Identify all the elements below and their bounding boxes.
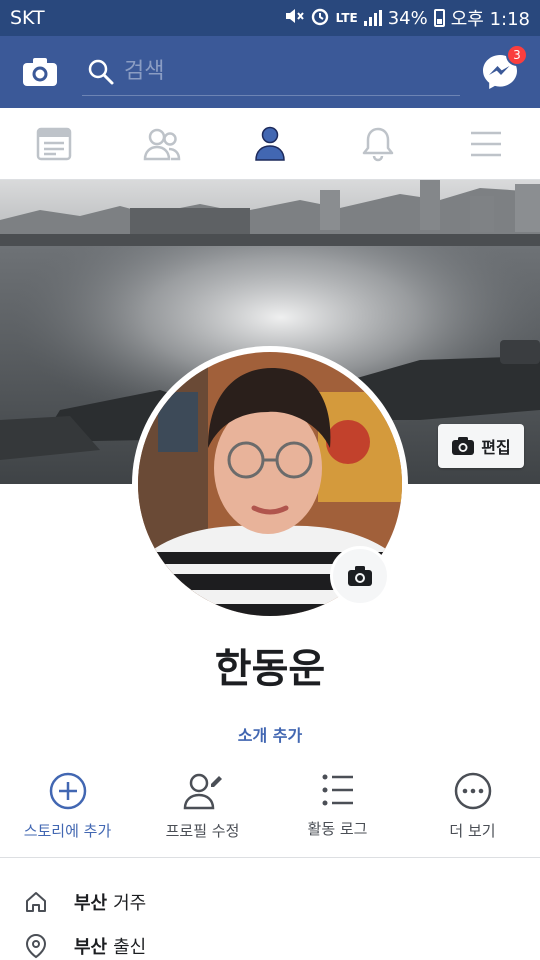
edit-profile-label: 프로필 수정 [165,822,240,840]
add-to-story-label: 스토리에 추가 [23,822,112,840]
tab-menu[interactable] [432,108,540,179]
more-icon [454,772,491,810]
messenger-badge: 3 [506,44,528,66]
from-city[interactable]: 부산 [74,933,107,959]
info-row-lives-in: 부산 거주 [0,880,540,924]
list-icon [322,774,353,806]
battery-icon [433,9,445,27]
from-label: 출신 [113,937,147,958]
clock: 오후 1:18 [450,9,530,30]
camera-icon [348,566,372,586]
activity-log-label: 활동 로그 [307,820,368,838]
location-pin-icon [24,933,48,959]
bell-icon [362,127,394,161]
friends-icon [143,128,181,160]
edit-profile-icon [183,773,222,810]
camera-icon [452,437,475,455]
add-intro-link[interactable]: 소개 추가 [0,722,540,746]
lives-in-label: 거주 [113,893,147,914]
more-label: 더 보기 [449,822,496,840]
tab-profile[interactable] [216,108,324,179]
mute-icon [284,7,304,30]
plus-circle-icon [49,772,86,810]
messenger-button[interactable]: 3 [480,44,528,92]
status-bar: SKT LTE 34% 오후 1:18 [0,0,540,36]
edit-profile-button[interactable]: 프로필 수정 [135,768,270,857]
signal-icon [363,10,382,26]
info-row-from: 부산 출신 [0,924,540,960]
add-to-story-button[interactable]: 스토리에 추가 [0,768,135,857]
activity-log-button[interactable]: 활동 로그 [270,768,405,857]
edit-cover-label: 편집 [481,440,511,457]
profile-name: 한동운 [214,646,326,692]
search-icon [88,59,114,84]
tab-notifications[interactable] [324,108,432,179]
news-feed-icon [36,127,72,160]
profile-icon [255,126,285,161]
profile-info: 부산 거주 부산 출신 [0,880,540,960]
search-bar[interactable] [82,48,460,96]
camera-button[interactable] [20,52,60,92]
nav-tabs [0,108,540,180]
tab-news-feed[interactable] [0,108,108,179]
menu-icon [471,131,501,156]
change-profile-photo-button[interactable] [330,546,390,606]
battery-percent: 34% [387,7,428,29]
search-input[interactable] [124,59,424,84]
camera-icon [23,58,57,86]
network-label: LTE [335,11,358,25]
top-header: 3 [0,36,540,108]
lives-in-city[interactable]: 부산 [74,889,107,915]
edit-cover-button[interactable]: 편집 [438,424,524,468]
more-button[interactable]: 더 보기 [405,768,540,857]
tab-friends[interactable] [108,108,216,179]
carrier-label: SKT [10,7,45,29]
profile-actions: 스토리에 추가 프로필 수정 활동 로그 더 보기 [0,768,540,858]
home-icon [24,890,48,914]
alarm-icon [310,6,330,31]
